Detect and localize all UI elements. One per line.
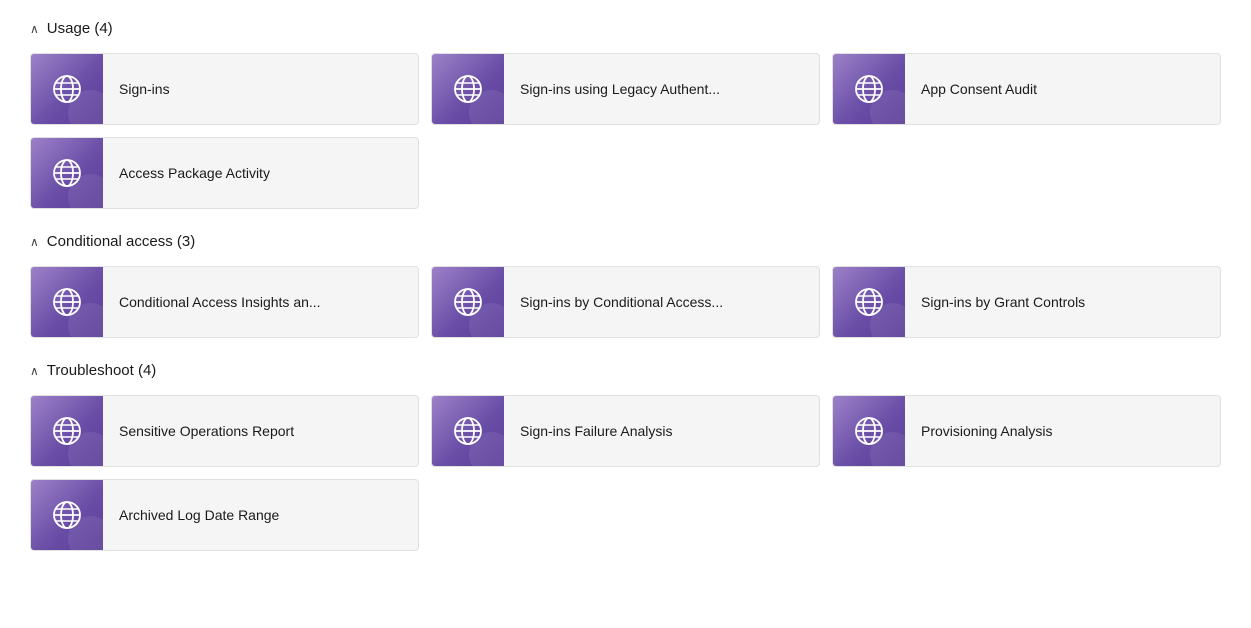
item-label-sign-ins: Sign-ins [103,81,418,97]
section-conditional-access: ∧ Conditional access (3) Conditional Acc… [30,233,1221,338]
item-label-app-consent-audit: App Consent Audit [905,81,1220,97]
item-label-conditional-access-insights: Conditional Access Insights an... [103,294,418,310]
item-icon-provisioning-analysis [833,395,905,467]
section-label: Usage (4) [47,20,113,37]
item-icon-conditional-access-insights [31,266,103,338]
section-usage: ∧ Usage (4) Sign-ins Sign-ins using Lega… [30,20,1221,209]
section-grid-troubleshoot: Sensitive Operations Report Sign-ins Fai… [30,395,1221,551]
item-card-app-consent-audit[interactable]: App Consent Audit [832,53,1221,125]
item-label-sign-ins-failure-analysis: Sign-ins Failure Analysis [504,423,819,439]
section-header-troubleshoot[interactable]: ∧ Troubleshoot (4) [30,362,1221,379]
section-label: Conditional access (3) [47,233,195,250]
item-icon-sensitive-operations-report [31,395,103,467]
item-icon-sign-ins-legacy [432,53,504,125]
section-label: Troubleshoot (4) [47,362,157,379]
item-card-provisioning-analysis[interactable]: Provisioning Analysis [832,395,1221,467]
item-card-access-package-activity[interactable]: Access Package Activity [30,137,419,209]
app-container: ∧ Usage (4) Sign-ins Sign-ins using Lega… [30,20,1221,551]
item-label-sign-ins-by-grant-controls: Sign-ins by Grant Controls [905,294,1220,310]
item-card-archived-log-date-range[interactable]: Archived Log Date Range [30,479,419,551]
section-header-conditional-access[interactable]: ∧ Conditional access (3) [30,233,1221,250]
section-grid-usage: Sign-ins Sign-ins using Legacy Authent..… [30,53,1221,209]
item-card-sign-ins-legacy[interactable]: Sign-ins using Legacy Authent... [431,53,820,125]
section-grid-conditional-access: Conditional Access Insights an... Sign-i… [30,266,1221,338]
item-icon-sign-ins [31,53,103,125]
item-icon-sign-ins-failure-analysis [432,395,504,467]
item-card-sign-ins-by-grant-controls[interactable]: Sign-ins by Grant Controls [832,266,1221,338]
chevron-up-icon: ∧ [30,22,39,36]
item-card-sign-ins-failure-analysis[interactable]: Sign-ins Failure Analysis [431,395,820,467]
section-header-usage[interactable]: ∧ Usage (4) [30,20,1221,37]
item-label-sign-ins-by-conditional-access: Sign-ins by Conditional Access... [504,294,819,310]
item-card-sign-ins-by-conditional-access[interactable]: Sign-ins by Conditional Access... [431,266,820,338]
item-label-access-package-activity: Access Package Activity [103,165,418,181]
chevron-up-icon: ∧ [30,364,39,378]
item-icon-app-consent-audit [833,53,905,125]
item-icon-sign-ins-by-grant-controls [833,266,905,338]
item-label-sensitive-operations-report: Sensitive Operations Report [103,423,418,439]
item-card-sensitive-operations-report[interactable]: Sensitive Operations Report [30,395,419,467]
item-card-sign-ins[interactable]: Sign-ins [30,53,419,125]
section-troubleshoot: ∧ Troubleshoot (4) Sensitive Operations … [30,362,1221,551]
item-label-archived-log-date-range: Archived Log Date Range [103,507,418,523]
item-icon-archived-log-date-range [31,479,103,551]
item-icon-access-package-activity [31,137,103,209]
item-card-conditional-access-insights[interactable]: Conditional Access Insights an... [30,266,419,338]
item-label-sign-ins-legacy: Sign-ins using Legacy Authent... [504,81,819,97]
item-label-provisioning-analysis: Provisioning Analysis [905,423,1220,439]
chevron-up-icon: ∧ [30,235,39,249]
item-icon-sign-ins-by-conditional-access [432,266,504,338]
